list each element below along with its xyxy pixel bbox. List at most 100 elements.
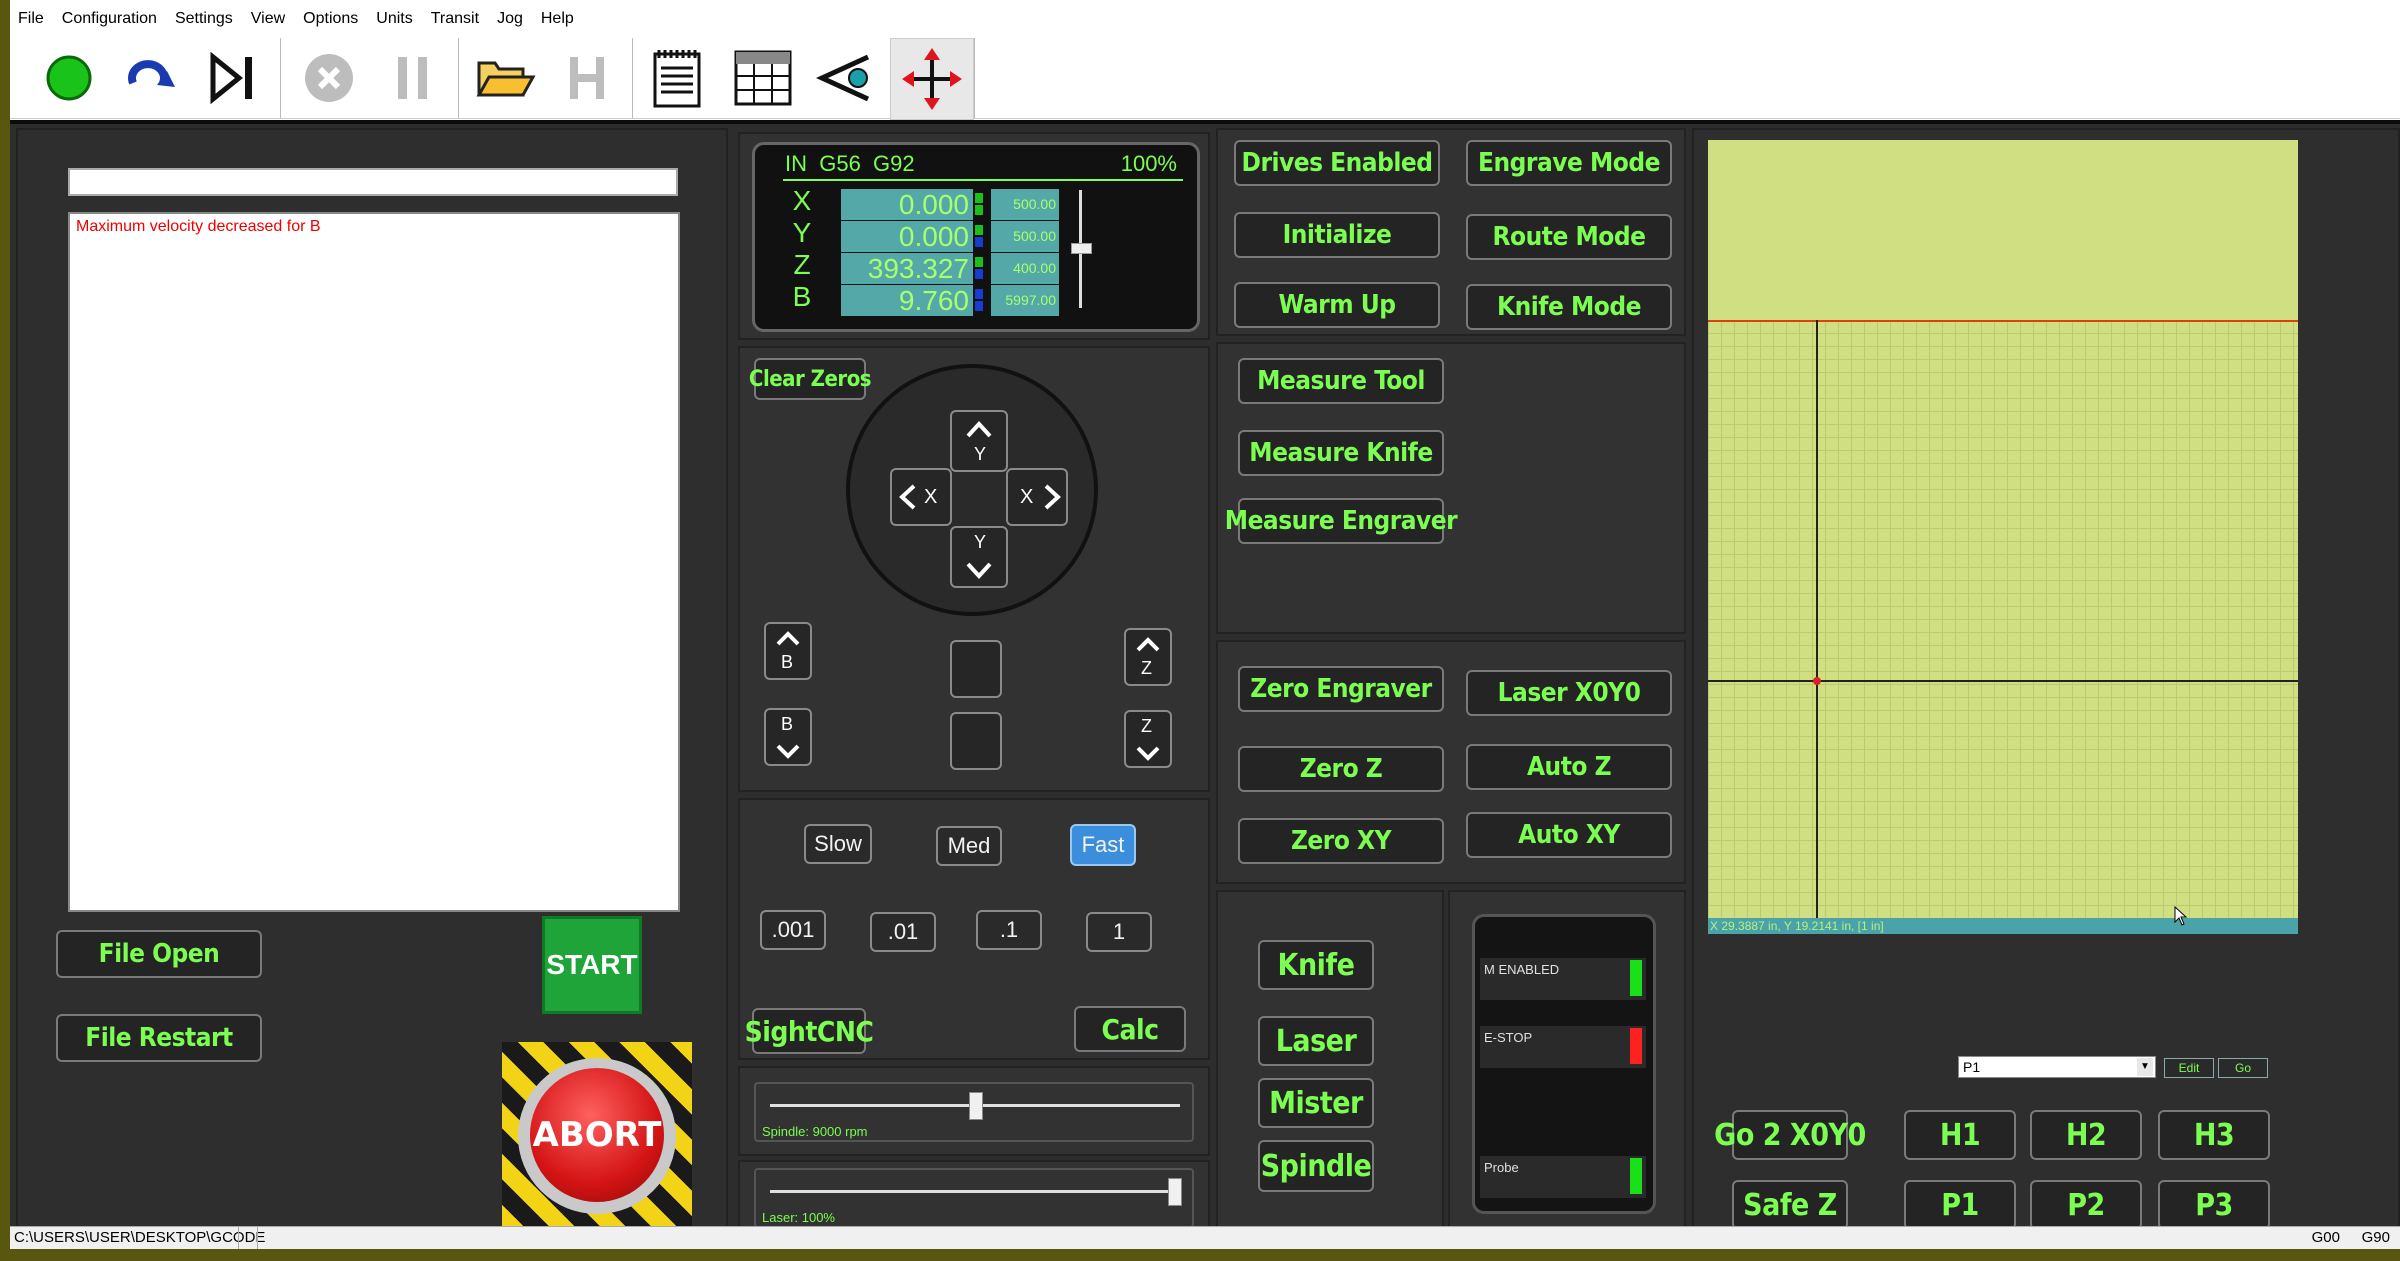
zero-z-button[interactable]: Zero Z [1238, 746, 1444, 792]
jog-x-plus-button[interactable]: X [1006, 468, 1068, 526]
dro-axis-value[interactable]: 0.000 [841, 221, 973, 252]
knife-mode-button[interactable]: Knife Mode [1466, 284, 1672, 330]
jog-y-plus-button[interactable]: Y [950, 410, 1008, 472]
dro-axis-value[interactable]: 393.327 [841, 253, 973, 284]
speed-slow-button[interactable]: Slow [804, 824, 872, 864]
jog-z-plus-button[interactable]: Z [1124, 628, 1172, 686]
jog-z-minus-label: Z [1141, 716, 1152, 736]
h1-button[interactable]: H1 [1904, 1110, 2016, 1160]
auto-xy-button[interactable]: Auto XY [1466, 812, 1672, 858]
p1-button[interactable]: P1 [1904, 1180, 2016, 1230]
increment-one-button[interactable]: 1 [1086, 912, 1152, 952]
led-panel: M ENABLED E-STOP Probe [1448, 890, 1686, 1230]
laser-slider-track[interactable] [770, 1190, 1180, 1193]
engrave-mode-button[interactable]: Engrave Mode [1466, 140, 1672, 186]
mister-output-button[interactable]: Mister [1258, 1078, 1374, 1128]
go-to-x0y0-button[interactable]: Go 2 X0Y0 [1714, 1110, 1866, 1160]
dro-axis-indicator [975, 225, 983, 235]
measure-engraver-button[interactable]: Measure Engraver [1225, 498, 1458, 544]
increment-01-button[interactable]: .01 [870, 912, 936, 952]
initialize-button[interactable]: Initialize [1234, 212, 1440, 258]
warm-up-button[interactable]: Warm Up [1234, 282, 1440, 328]
file-restart-button[interactable]: File Restart [56, 1014, 262, 1062]
menu-view[interactable]: View [251, 10, 285, 28]
safe-z-button[interactable]: Safe Z [1732, 1180, 1848, 1230]
home-icon[interactable] [546, 38, 628, 118]
spindle-output-button[interactable]: Spindle [1258, 1140, 1374, 1192]
dro-axis-indicator [975, 289, 983, 299]
jog-c-minus-button[interactable] [950, 712, 1002, 770]
stop-icon[interactable] [288, 38, 370, 118]
preview-coords: X 29.3887 in, Y 19.2141 in, [1 in] [1708, 918, 2298, 934]
status-path: C:\USERS\USER\DESKTOP\GCODE [14, 1229, 266, 1246]
position-edit-button[interactable]: Edit [2164, 1058, 2214, 1078]
start-icon[interactable] [28, 38, 110, 118]
eye-icon[interactable] [806, 38, 888, 118]
command-input[interactable] [68, 168, 678, 196]
measure-knife-button[interactable]: Measure Knife [1238, 430, 1444, 476]
jog-z-minus-button[interactable]: Z [1124, 710, 1172, 768]
knife-output-button[interactable]: Knife [1258, 940, 1374, 990]
jog-move-icon[interactable] [890, 38, 974, 120]
dro-axis-feed: 500.00 [991, 189, 1059, 220]
pause-icon[interactable] [372, 38, 454, 118]
dro-axis-indicator [975, 257, 983, 267]
p3-button[interactable]: P3 [2158, 1180, 2270, 1230]
position-go-button[interactable]: Go [2218, 1058, 2268, 1078]
jog-y-minus-button[interactable]: Y [950, 526, 1008, 588]
start-button[interactable]: START [542, 916, 642, 1014]
toolpath-preview[interactable]: X 29.3887 in, Y 19.2141 in, [1 in] [1708, 140, 2298, 934]
menu-file[interactable]: File [18, 10, 44, 28]
menu-units[interactable]: Units [376, 10, 412, 28]
menu-options[interactable]: Options [303, 10, 358, 28]
increment-001-button[interactable]: .001 [760, 910, 826, 950]
step-icon[interactable] [192, 38, 274, 118]
laser-output-button[interactable]: Laser [1258, 1016, 1374, 1066]
h3-button[interactable]: H3 [2158, 1110, 2270, 1160]
jog-y-plus-label: Y [974, 444, 987, 464]
gcode-list-icon[interactable] [636, 38, 718, 118]
jog-x-minus-button[interactable]: X [890, 468, 952, 526]
measure-tool-button[interactable]: Measure Tool [1238, 358, 1444, 404]
jog-y-minus-label: Y [974, 532, 987, 552]
toolbar [10, 38, 2400, 120]
auto-z-button[interactable]: Auto Z [1466, 744, 1672, 790]
spindle-slider-thumb[interactable] [969, 1092, 983, 1120]
h2-button[interactable]: H2 [2030, 1110, 2142, 1160]
calc-button[interactable]: Calc [1074, 1006, 1186, 1052]
menu-help[interactable]: Help [541, 10, 574, 28]
p2-button[interactable]: P2 [2030, 1180, 2142, 1230]
position-select[interactable]: P1 ▼ [1958, 1056, 2156, 1078]
route-mode-button[interactable]: Route Mode [1466, 214, 1672, 260]
jog-b-minus-button[interactable]: B [764, 708, 812, 766]
speed-fast-button[interactable]: Fast [1070, 824, 1136, 866]
laser-x0y0-button[interactable]: Laser X0Y0 [1466, 670, 1672, 716]
redo-icon[interactable] [110, 38, 192, 118]
abort-button[interactable]: ABORT [502, 1042, 692, 1230]
menu-jog[interactable]: Jog [497, 10, 523, 28]
laser-slider-thumb[interactable] [1168, 1178, 1182, 1206]
zero-xy-button[interactable]: Zero XY [1238, 818, 1444, 864]
feed-override-thumb[interactable] [1071, 243, 1092, 254]
dro-axis-indicator [975, 301, 983, 311]
origin-marker [1813, 677, 1821, 685]
drives-enabled-button[interactable]: Drives Enabled [1234, 140, 1440, 186]
dro-axis-value[interactable]: 9.760 [841, 285, 973, 316]
increment-1-button[interactable]: .1 [976, 910, 1042, 950]
spindle-label: Spindle: 9000 rpm [762, 1124, 868, 1139]
clear-zeros-button[interactable]: Clear Zeros [749, 358, 872, 400]
open-folder-icon[interactable] [464, 38, 546, 118]
mode-panel: Drives Enabled Engrave Mode Initialize R… [1216, 128, 1686, 336]
menu-settings[interactable]: Settings [175, 10, 233, 28]
jog-c-plus-button[interactable] [950, 640, 1002, 698]
jog-b-plus-button[interactable]: B [764, 622, 812, 680]
file-open-button[interactable]: File Open [56, 930, 262, 978]
speed-med-button[interactable]: Med [936, 826, 1002, 866]
calculator-icon[interactable] [722, 38, 804, 118]
menu-transit[interactable]: Transit [431, 10, 479, 28]
sightcnc-button[interactable]: SightCNC [745, 1008, 874, 1054]
menu-configuration[interactable]: Configuration [62, 10, 157, 28]
dro-axis-value[interactable]: 0.000 [841, 189, 973, 220]
dro-divider [783, 179, 1183, 181]
zero-engraver-button[interactable]: Zero Engraver [1238, 666, 1444, 712]
